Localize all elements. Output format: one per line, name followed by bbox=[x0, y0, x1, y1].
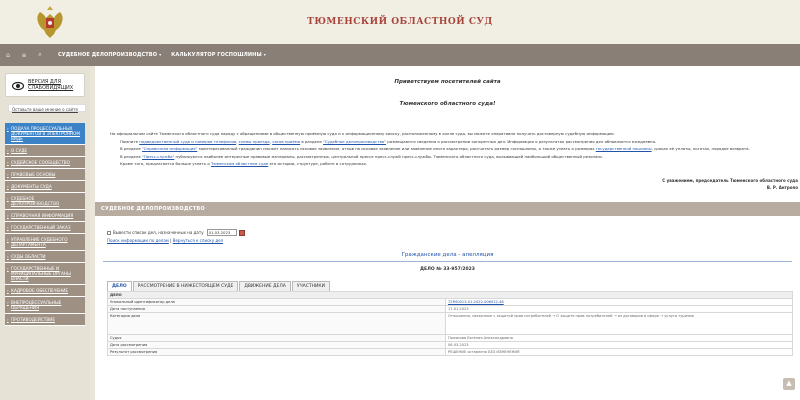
case-number: ДЕЛО № 33-957/2023 bbox=[420, 267, 475, 272]
section-title: СУДЕБНОЕ ДЕЛОПРОИЗВОДСТВО bbox=[95, 202, 800, 216]
date-filter-input[interactable] bbox=[206, 229, 237, 236]
main-navbar: ⌂ ≡ ⌕ СУДЕБНОЕ ДЕЛОПРОИЗВОДСТВО ▾ КАЛЬКУЛ… bbox=[0, 44, 800, 66]
table-header: ДЕЛО bbox=[107, 291, 793, 299]
feedback-link[interactable]: Оставьте ваше мнение о сайте bbox=[8, 104, 86, 112]
sidebar-item-staffing[interactable]: › КАДРОВОЕ ОБЕСПЕЧЕНИЕ bbox=[5, 285, 85, 297]
row-label: Судья bbox=[107, 334, 446, 342]
sidebar-item-court-documents[interactable]: › ДОКУМЕНТЫ СУДА bbox=[5, 181, 85, 193]
greeting-line-2: Тюменского областного суда! bbox=[399, 101, 496, 107]
back-to-list-link[interactable]: Вернуться к списку дел bbox=[173, 238, 223, 243]
search-icon[interactable]: ⌕ bbox=[32, 51, 48, 59]
row-value: 17.01.2023 bbox=[445, 305, 793, 313]
sidebar-item-regional-courts[interactable]: › СУДЫ ОБЛАСТИ bbox=[5, 251, 85, 263]
sidebar-item-authorities[interactable]: › ГОСУДАРСТВЕННЫЕ И МУНИЦИПАЛЬНЫЕ ОРГАНЫ … bbox=[5, 263, 85, 285]
site-title: ТЮМЕНСКИЙ ОБЛАСТНОЙ СУД bbox=[307, 17, 493, 27]
table-row: Уникальный идентификатор дела 72RS0013-0… bbox=[107, 298, 793, 306]
date-filter: Вывести список дел, назначенных на дату bbox=[107, 229, 245, 236]
table-row: Категория дела Отношения, связанные с за… bbox=[107, 312, 793, 335]
sidebar-item-legal-basis[interactable]: › ПРАВОВЫЕ ОСНОВЫ bbox=[5, 169, 85, 181]
sidebar-item-appeals[interactable]: › ВНЕПРОЦЕССУАЛЬНЫЕ ОБРАЩЕНИЯ bbox=[5, 297, 85, 314]
row-label: Результат рассмотрения bbox=[107, 348, 446, 356]
sidebar-item-judicial-department[interactable]: › УПРАВЛЕНИЕ СУДЕБНОГО ДЕПАРТАМЕНТА bbox=[5, 234, 85, 251]
table-row: Судья Полякова Евгения Александровна bbox=[107, 334, 793, 342]
main-content: Приветствуем посетителей сайта Тюменског… bbox=[95, 66, 800, 400]
row-value: Полякова Евгения Александровна bbox=[445, 334, 793, 342]
nav-item-court-proceedings[interactable]: СУДЕБНОЕ ДЕЛОПРОИЗВОДСТВО ▾ bbox=[58, 52, 161, 58]
date-filter-label: Вывести список дел, назначенных на дату bbox=[113, 230, 204, 235]
state-duty-link[interactable]: государственной пошлины bbox=[596, 146, 652, 151]
date-filter-checkbox[interactable] bbox=[107, 230, 111, 235]
sidebar: ВЕРСИЯ ДЛЯ СЛАБОВИДЯЩИХ Оставьте ваше мн… bbox=[0, 66, 90, 400]
directions-link[interactable]: схемы проезда bbox=[239, 139, 270, 144]
row-value: 06.03.2023 bbox=[445, 341, 793, 349]
tab-lower-court[interactable]: РАССМОТРЕНИЕ В НИЖЕСТОЯЩЕМ СУДЕ bbox=[132, 281, 239, 291]
filter-links: Поиск информации по делам | Вернуться к … bbox=[107, 238, 223, 243]
case-category: Гражданские дела - апелляция bbox=[401, 252, 494, 258]
signature-position: С уважением, председатель Тюменского обл… bbox=[662, 178, 798, 183]
arrow-up-icon[interactable]: ▲ bbox=[783, 378, 795, 390]
row-label: Дата рассмотрения bbox=[107, 341, 446, 349]
case-uid-link[interactable]: 72RS0013-01-2022-006012-48 bbox=[448, 300, 504, 304]
press-service-link[interactable]: "Пресс-служба" bbox=[142, 154, 174, 159]
row-label: Дата поступления bbox=[107, 305, 446, 313]
accessibility-version-label: ВЕРСИЯ ДЛЯ СЛАБОВИДЯЩИХ bbox=[28, 79, 74, 91]
intro-paragraph-3: В разделе "Справочная информация" заинте… bbox=[120, 146, 750, 152]
row-value: Отношения, связанные с защитой прав потр… bbox=[445, 312, 793, 335]
table-row: Дата поступления 17.01.2023 bbox=[107, 305, 793, 313]
sitemap-icon[interactable]: ≡ bbox=[16, 52, 32, 59]
sidebar-menu: › ПОДАЧА ПРОЦЕССУАЛЬНЫХ ДОКУМЕНТОВ В ЭЛЕК… bbox=[5, 123, 85, 326]
row-value: РЕШЕНИЕ оставлено БЕЗ ИЗМЕНЕНИЯ bbox=[445, 348, 793, 356]
greeting-line-1: Приветствуем посетителей сайта bbox=[394, 79, 501, 85]
table-row: Дата рассмотрения 06.03.2023 bbox=[107, 341, 793, 349]
reference-info-link[interactable]: "Справочная информация" bbox=[142, 146, 197, 151]
intro-paragraph-1: На официальном сайте Тюменского областно… bbox=[110, 131, 615, 136]
sidebar-item-reference-info[interactable]: › СПРАВОЧНАЯ ИНФОРМАЦИЯ bbox=[5, 210, 85, 222]
accessibility-version-button[interactable]: ВЕРСИЯ ДЛЯ СЛАБОВИДЯЩИХ bbox=[5, 73, 85, 97]
nav-item-duty-calculator[interactable]: КАЛЬКУЛЯТОР ГОСПОШЛИНЫ ▾ bbox=[171, 52, 266, 58]
home-icon[interactable]: ⌂ bbox=[0, 52, 16, 59]
intro-paragraph-5: Кроме того, предлагается больше узнать о… bbox=[120, 161, 368, 167]
table-row: Результат рассмотрения РЕШЕНИЕ оставлено… bbox=[107, 348, 793, 356]
case-tabs: ДЕЛО РАССМОТРЕНИЕ В НИЖЕСТОЯЩЕМ СУДЕ ДВИ… bbox=[107, 281, 331, 291]
sidebar-item-about[interactable]: › О СУДЕ bbox=[5, 145, 85, 157]
calendar-icon[interactable] bbox=[238, 229, 245, 236]
tab-participants[interactable]: УЧАСТНИКИ bbox=[291, 281, 330, 291]
about-court-link[interactable]: Тюменском областном суде bbox=[211, 161, 268, 166]
sidebar-item-proceedings[interactable]: › СУДЕБНОЕ ДЕЛОПРОИЗВОДСТВО bbox=[5, 193, 85, 210]
case-search-link[interactable]: Поиск информации по делам bbox=[107, 238, 169, 243]
reception-hours-link[interactable]: часов приёма bbox=[272, 139, 300, 144]
sidebar-item-counteraction[interactable]: › ПРОТИВОДЕЙСТВИЕ bbox=[5, 314, 85, 326]
intro-paragraph-2: Помните подведомственный суда и номеров … bbox=[120, 138, 657, 144]
eye-icon bbox=[12, 81, 24, 91]
sidebar-item-state-order[interactable]: › ГОСУДАРСТВЕННЫЙ ЗАКАЗ bbox=[5, 222, 85, 234]
intro-paragraph-4: В разделе "Пресс-служба" публикуются наи… bbox=[120, 153, 604, 159]
tab-case[interactable]: ДЕЛО bbox=[107, 281, 132, 291]
row-label: Категория дела bbox=[107, 312, 446, 335]
site-header: ТЮМЕНСКИЙ ОБЛАСТНОЙ СУД bbox=[0, 0, 800, 44]
case-divider bbox=[103, 261, 792, 262]
row-label: Уникальный идентификатор дела bbox=[107, 298, 446, 306]
proceedings-link[interactable]: "Судебное делопроизводство" bbox=[323, 139, 386, 144]
intro-text: На официальном сайте Тюменского областно… bbox=[110, 130, 790, 168]
jurisdiction-link[interactable]: подведомственный суда и номеров телефоно… bbox=[139, 139, 236, 144]
sidebar-item-e-filing[interactable]: › ПОДАЧА ПРОЦЕССУАЛЬНЫХ ДОКУМЕНТОВ В ЭЛЕК… bbox=[5, 123, 85, 145]
signature-name: В. Р. Антропо bbox=[766, 185, 798, 190]
sidebar-item-judicial-community[interactable]: › СУДЕЙСКОЕ СООБЩЕСТВО bbox=[5, 157, 85, 169]
tab-case-movement[interactable]: ДВИЖЕНИЕ ДЕЛА bbox=[239, 281, 291, 291]
case-details-table: ДЕЛО Уникальный идентификатор дела 72RS0… bbox=[107, 291, 793, 356]
